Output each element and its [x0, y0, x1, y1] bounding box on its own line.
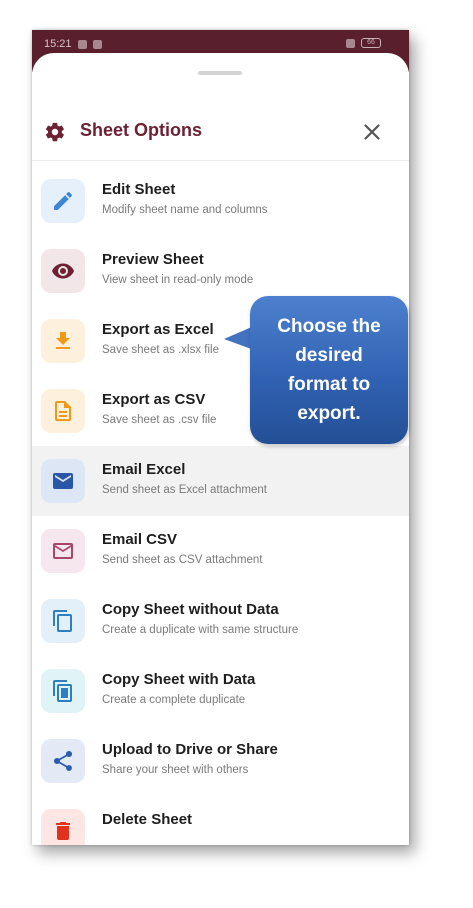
- pencil-icon: [54, 191, 73, 210]
- menu-item-title: Email Excel: [102, 461, 186, 478]
- status-left: 15:21: [44, 38, 102, 50]
- share-icon: [53, 750, 73, 771]
- mail-filled-icon: [53, 473, 73, 489]
- mail-outline-icon: [53, 543, 73, 559]
- menu-item-subtitle: Create a complete duplicate: [102, 694, 246, 706]
- menu-item-subtitle: View sheet in read-only mode: [102, 274, 254, 286]
- menu-item-title: Export as CSV: [102, 391, 206, 408]
- menu-item-subtitle: Share your sheet with others: [102, 764, 249, 776]
- icon-box: [41, 599, 85, 643]
- menu-item-subtitle: Send sheet as Excel attachment: [102, 484, 267, 496]
- icon-box: [41, 319, 85, 363]
- menu-item-title: Copy Sheet without Data: [102, 601, 279, 618]
- bottom-sheet: Sheet Options Edit Sheet Modify sheet na…: [32, 53, 409, 845]
- menu-item-title: Export as Excel: [102, 321, 214, 338]
- menu-item-title: Edit Sheet: [102, 181, 176, 198]
- menu-item-edit-sheet[interactable]: Edit Sheet Modify sheet name and columns: [32, 166, 409, 236]
- battery-icon: 66: [361, 38, 381, 48]
- menu-item-title: Email CSV: [102, 531, 178, 548]
- callout-annotation: Choose the desired format to export.: [250, 296, 408, 444]
- icon-box: [41, 739, 85, 783]
- notification-icon: [77, 39, 87, 49]
- trash-icon: [56, 822, 70, 840]
- menu-item-title: Delete Sheet: [102, 811, 193, 828]
- menu-item-email-excel[interactable]: Email Excel Send sheet as Excel attachme…: [32, 446, 409, 516]
- icon-box: [41, 669, 85, 713]
- menu-item-subtitle: Save sheet as .csv file: [102, 414, 217, 426]
- icon-box: [41, 249, 85, 293]
- menu-item-subtitle: Modify sheet name and columns: [102, 204, 268, 216]
- menu-item-title: Copy Sheet with Data: [102, 671, 256, 688]
- menu-item-email-csv[interactable]: Email CSV Send sheet as CSV attachment: [32, 516, 409, 586]
- menu-item-copy-without-data[interactable]: Copy Sheet without Data Create a duplica…: [32, 586, 409, 656]
- gear-icon: [45, 122, 64, 142]
- menu-item-title: Upload to Drive or Share: [102, 741, 278, 758]
- menu-item-subtitle: Save sheet as .xlsx file: [102, 344, 219, 356]
- eye-icon: [52, 263, 74, 279]
- menu-item-subtitle: Create a duplicate with same structure: [102, 624, 299, 636]
- download-icon: [56, 332, 70, 349]
- sheet-title: Sheet Options: [80, 120, 203, 140]
- drag-handle[interactable]: [198, 71, 242, 75]
- document-icon: [55, 401, 71, 421]
- copy-icon: [53, 610, 72, 632]
- status-time: 15:21: [44, 38, 72, 50]
- copy-filled-icon: [53, 680, 72, 702]
- menu-item-title: Preview Sheet: [102, 251, 204, 268]
- menu-item-copy-with-data[interactable]: Copy Sheet with Data Create a complete d…: [32, 656, 409, 726]
- icon-box: [41, 809, 85, 845]
- menu-item-subtitle: Send sheet as CSV attachment: [102, 554, 263, 566]
- menu-item-upload-share[interactable]: Upload to Drive or Share Share your shee…: [32, 726, 409, 796]
- icon-box: [41, 529, 85, 573]
- header-divider: [32, 160, 409, 161]
- menu-item-delete-sheet[interactable]: Delete Sheet: [32, 796, 409, 845]
- sheet-header: Sheet Options: [32, 107, 409, 159]
- wifi-icon: [346, 38, 355, 48]
- icon-box: [41, 389, 85, 433]
- close-icon[interactable]: [359, 119, 385, 145]
- status-right: 66: [346, 38, 381, 48]
- callout-text: Choose the desired format to export.: [277, 316, 381, 424]
- icon-box: [41, 459, 85, 503]
- icon-box: [41, 179, 85, 223]
- notification-icon: [92, 39, 102, 49]
